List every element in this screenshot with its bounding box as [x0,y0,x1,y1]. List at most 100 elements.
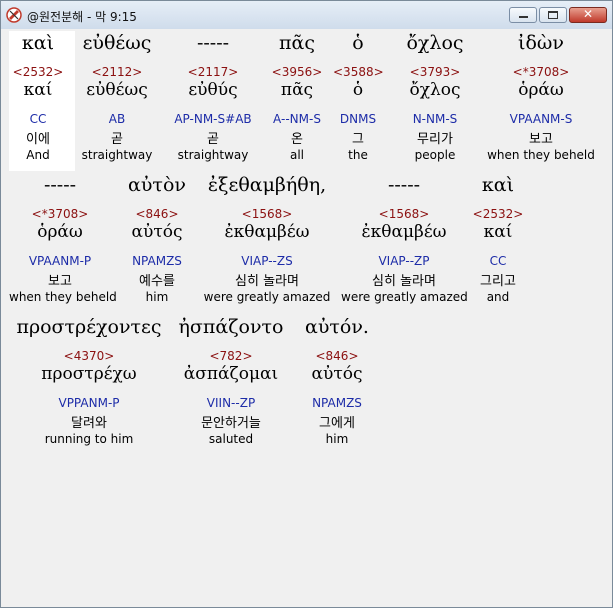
lemma: καί [483,222,513,242]
word-cell[interactable]: ----- <1568> ἐκθαμβέω VIAP--ZP 심히 놀라며 were gr… [341,173,468,311]
morphology-code: N-NM-S [412,112,458,126]
korean-gloss: 심히 놀라며 [372,274,436,289]
greek-word: εὐθέως [82,32,152,54]
greek-word: καὶ [481,174,515,196]
greek-word: καὶ [21,32,55,54]
korean-gloss: 심히 놀라며 [235,274,299,289]
lemma: ὄχλος [409,80,461,100]
morphology-code: DNMS [339,112,377,126]
word-cell[interactable]: αὐτόν. <846> αὐτός NPAMZS 그에게 him [291,315,383,453]
analysis-content: καὶ <2532> καί CC 이에 And εὐθέως <2112> εὐθέως AB 곧… [9,31,603,597]
word-cell[interactable]: αὐτὸν <846> αὐτός NPAMZS 예수를 him [117,173,197,311]
word-cell[interactable]: καὶ <2532> καί CC 이에 And [9,31,67,169]
word-cell[interactable]: ----- <*3708> ὁράω VPAANM-P 보고 when they behe… [9,173,117,311]
minimize-button[interactable] [509,7,537,23]
strong-number: <*3708> [512,65,570,79]
greek-word: αὐτόν. [305,316,369,338]
maximize-button[interactable] [539,7,567,23]
strong-number: <*3708> [31,207,89,221]
greek-word: ----- [43,174,77,196]
korean-gloss: 예수를 [139,274,175,289]
lemma: ὁράω [518,80,564,100]
korean-gloss: 문안하거늘 [201,416,261,431]
morphology-code: CC [29,112,47,126]
english-gloss: saluted [208,432,254,446]
lemma: εὐθέως [86,80,148,100]
word-cell[interactable]: εὐθέως <2112> εὐθέως AB 곧 straightway [71,31,163,169]
word-cell[interactable]: πᾶς <3956> πᾶς A--NM-S 온 all [265,31,329,169]
word-cell[interactable]: προστρέχοντες <4370> προστρέχω VPPANM-P 달려와 r… [9,315,169,453]
korean-gloss: 달려와 [71,416,107,431]
lemma: προστρέχω [41,364,137,384]
lemma: εὐθύς [188,80,238,100]
morphology-code: VIAP--ZP [378,254,430,268]
word-cell[interactable]: ὄχλος <3793> ὄχλος N-NM-S 무리가 people [387,31,483,169]
english-gloss: were greatly amazed [203,290,331,304]
morphology-code: A--NM-S [273,112,321,126]
strong-number: <2112> [91,65,143,79]
strong-number: <846> [135,207,179,221]
english-gloss: straightway [177,148,249,162]
morphology-code: VIAP--ZS [241,254,293,268]
strong-number: <1568> [378,207,430,221]
english-gloss: straightway [81,148,153,162]
greek-word: ἠσπάζοντο [178,316,284,338]
lemma: καί [23,80,53,100]
word-cell[interactable]: ἐξεθαμβήθη, <1568> ἐκθαμβέω VIAP--ZS 심히 놀라며 w… [203,173,331,311]
word-cell[interactable]: ἠσπάζοντο <782> ἀσπάζομαι VIIN--ZP 문안하거늘 salu… [175,315,287,453]
lemma: αὐτός [131,222,183,242]
strong-number: <2532> [12,65,64,79]
korean-gloss: 무리가 [417,132,453,147]
english-gloss: and [486,290,510,304]
english-gloss: people [414,148,456,162]
minimize-icon [519,16,528,18]
maximize-icon [548,11,558,19]
morphology-code: VPAANM-S [509,112,573,126]
greek-word: προστρέχοντες [16,316,162,338]
app-window: @원전분해 - 막 9:15 ✕ καὶ <2532> καί CC 이에 And εὐθέ… [0,0,613,608]
lemma: ἐκθαμβέω [361,222,447,242]
strong-number: <1568> [241,207,293,221]
window-title: @원전분해 - 막 9:15 [27,10,137,24]
korean-gloss: 그리고 [480,274,516,289]
korean-gloss: 곧 [207,132,219,147]
greek-word: ὄχλος [406,32,464,54]
greek-word: ὁ [352,32,364,54]
strong-number: <3793> [409,65,461,79]
word-cell[interactable]: καὶ <2532> καί CC 그리고 and [471,173,525,311]
korean-gloss: 그에게 [319,416,355,431]
english-gloss: were greatly amazed [341,290,468,304]
word-cell[interactable]: ὁ <3588> ὁ DNMS 그 the [333,31,384,169]
close-button[interactable]: ✕ [569,7,607,23]
title-bar[interactable]: @원전분해 - 막 9:15 ✕ [1,1,612,29]
lemma: ὁράω [37,222,83,242]
korean-gloss: 그 [352,132,364,147]
word-cell[interactable]: ἰδὼν <*3708> ὁράω VPAANM-S 보고 when they behel… [479,31,603,169]
greek-word: αὐτὸν [128,174,186,196]
english-gloss: all [289,148,305,162]
strong-number: <3956> [271,65,323,79]
korean-gloss: 이에 [26,132,50,147]
strong-number: <782> [209,349,253,363]
lemma: ἐκθαμβέω [224,222,310,242]
english-gloss: when they beheld [9,290,117,304]
strong-number: <2117> [187,65,239,79]
morphology-code: AB [108,112,126,126]
english-gloss: running to him [44,432,134,446]
strong-number: <4370> [63,349,115,363]
korean-gloss: 곧 [111,132,123,147]
word-cell[interactable]: ----- <2117> εὐθύς AP-NM-S#AB 곧 straightway [167,31,259,169]
greek-word: ἐξεθαμβήθη, [207,174,327,196]
korean-gloss: 보고 [48,274,72,289]
morphology-code: VIIN--ZP [206,396,256,410]
greek-word: ἰδὼν [518,32,564,54]
morphology-code: NPAMZS [312,396,362,410]
english-gloss: And [26,148,50,162]
strong-number: <846> [315,349,359,363]
korean-gloss: 온 [291,132,303,147]
close-icon: ✕ [582,7,594,21]
english-gloss: the [348,148,368,162]
morphology-code: VPPANM-P [58,396,120,410]
greek-word: ----- [196,32,230,54]
strong-number: <2532> [472,207,524,221]
